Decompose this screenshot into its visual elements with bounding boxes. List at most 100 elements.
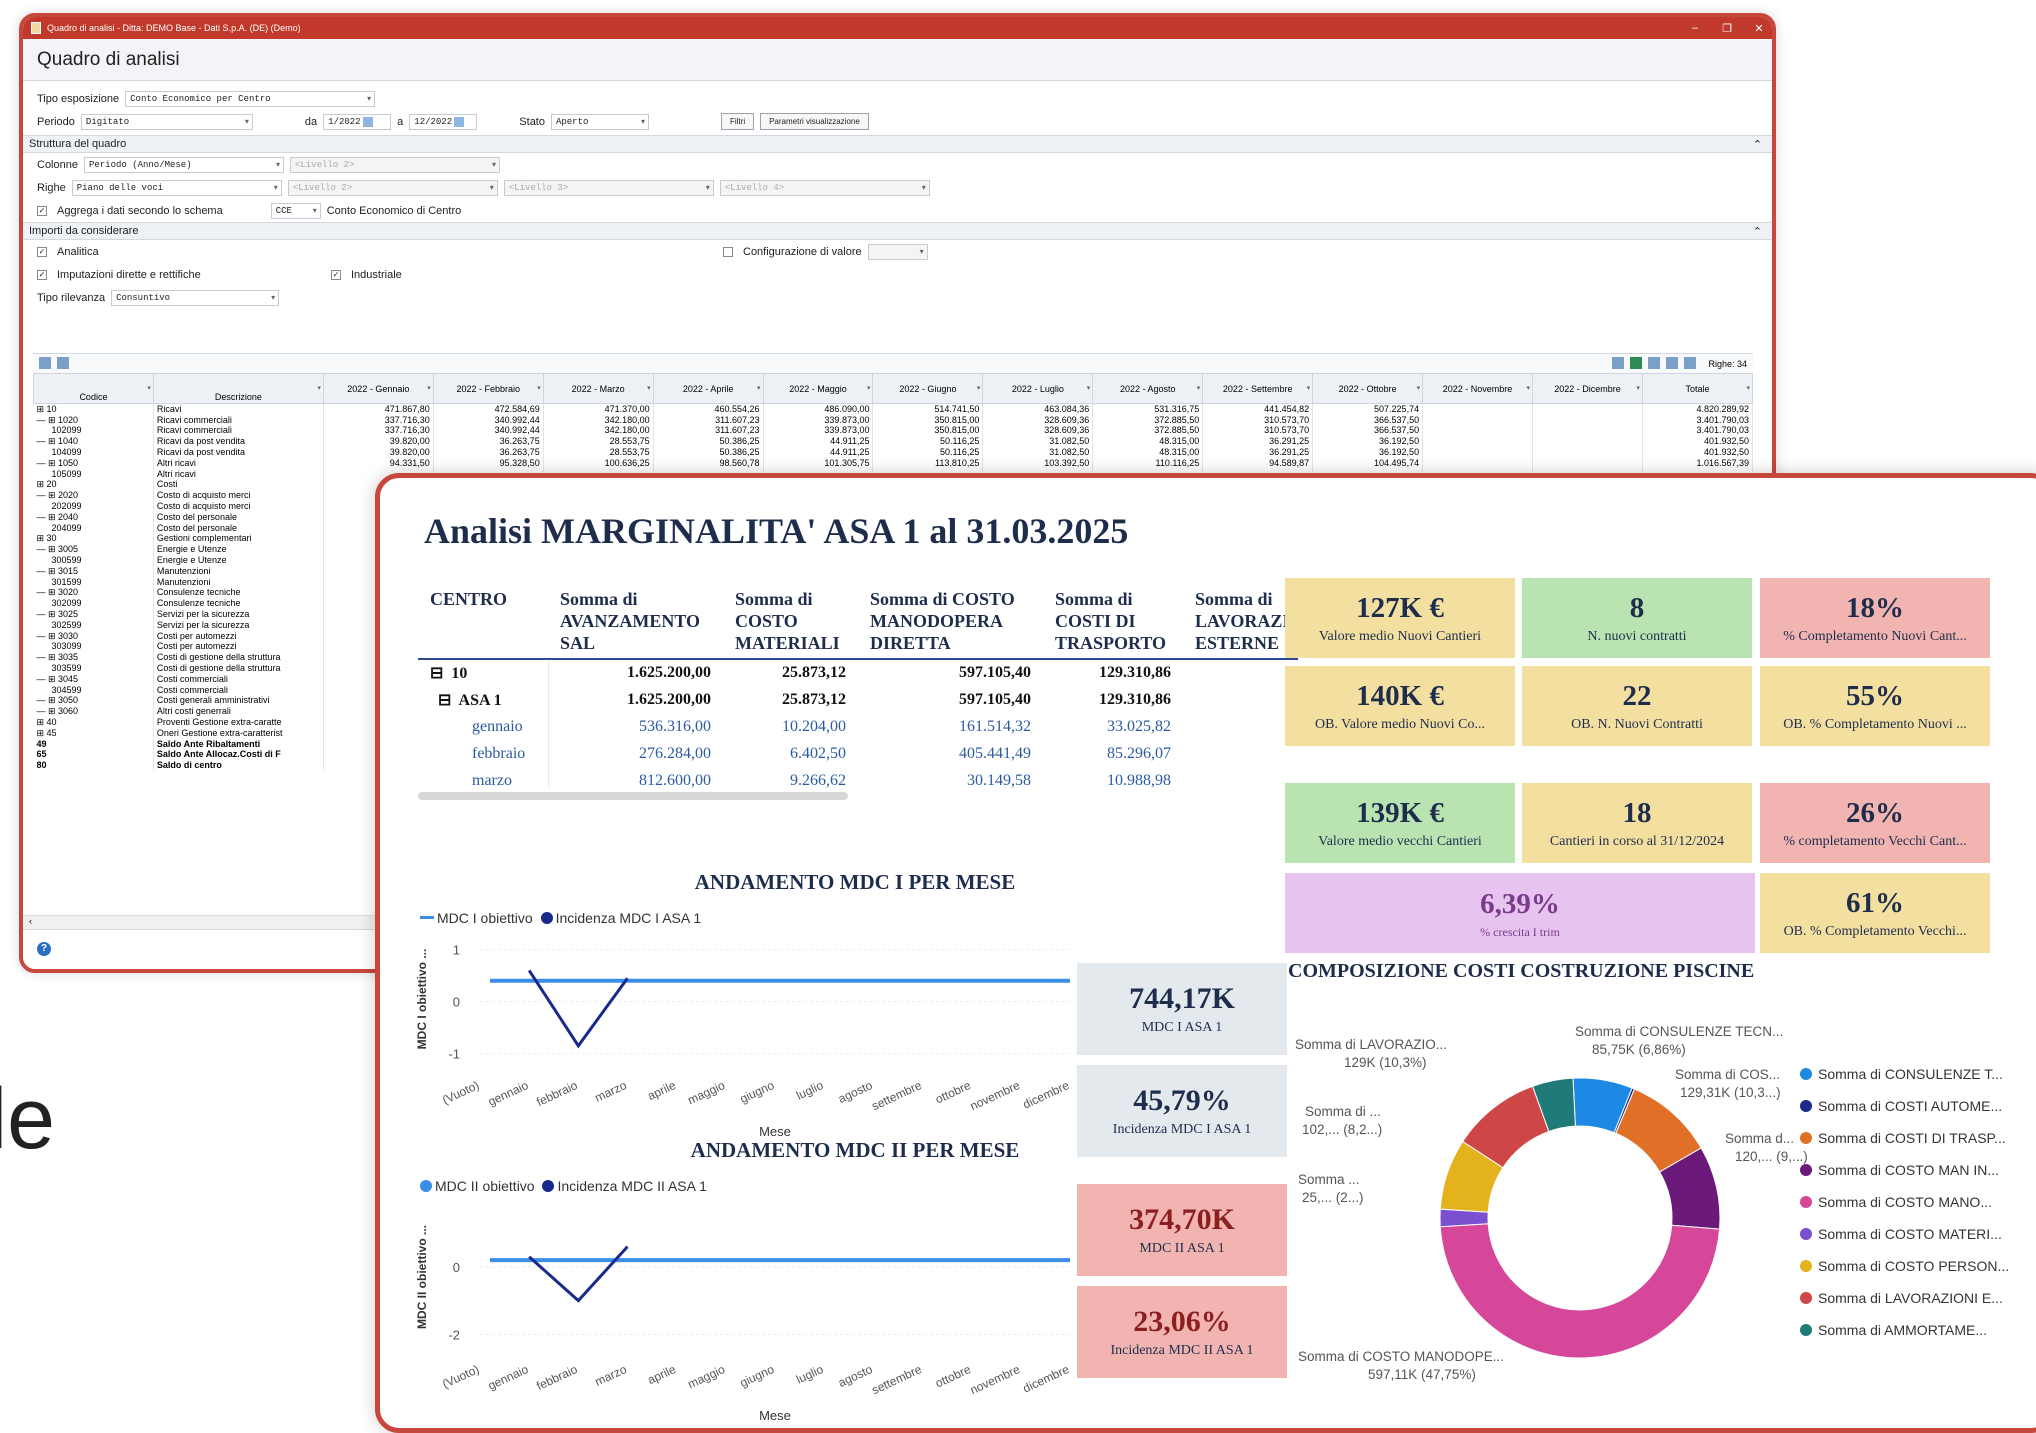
grid-column-header[interactable]: 2022 - Novembre ▾ (1422, 373, 1533, 404)
grid-column-header[interactable]: 2022 - Giugno ▾ (872, 373, 984, 404)
table-row[interactable]: — ⊞ 1020 Ricavi commerciali 337.716,30 340.… (33, 414, 1753, 426)
filter-dropdown-icon[interactable]: ▾ (1417, 384, 1421, 392)
kpi-card[interactable]: 139K € Valore medio vecchi Cantieri (1285, 783, 1515, 863)
table-row[interactable]: 102099 Ricavi commerciali 337.716,30 340.99… (33, 425, 1753, 436)
filter-dropdown-icon[interactable]: ▾ (867, 384, 871, 392)
filter-dropdown-icon[interactable]: ▾ (1746, 384, 1750, 392)
table-header[interactable]: Somma di COSTO MANODOPERA DIRETTA (858, 586, 1043, 660)
table-header[interactable]: Somma di AVANZAMENTO SAL (548, 586, 723, 660)
tipo-rilevanza-select[interactable]: Consuntivo ▾ (111, 289, 280, 306)
grid-column-header[interactable]: Totale ▾ (1641, 373, 1753, 404)
restore-icon[interactable]: ❐ (1714, 22, 1740, 35)
legend-item[interactable]: Somma di COSTO MAN IN... (1800, 1154, 2009, 1186)
grid-column-header[interactable]: 2022 - Marzo ▾ (542, 373, 654, 404)
configurazione-checkbox[interactable] (723, 246, 733, 257)
table-row[interactable]: febbraio 276.284,00 6.402,50 405.441,49 85.2… (418, 740, 1298, 767)
table-row[interactable]: — ⊞ 1040 Ricavi da post vendita 39.820,00 3… (33, 435, 1753, 447)
donut-slice[interactable] (1439, 1223, 1721, 1359)
legend-item[interactable]: Somma di COSTO PERSON... (1800, 1250, 2009, 1282)
filter-dropdown-icon[interactable]: ▾ (427, 384, 431, 392)
tipo-esposizione-select[interactable]: Conto Economico per Centro ▾ (125, 90, 376, 107)
grid-column-header[interactable]: 2022 - Maggio ▾ (762, 373, 874, 404)
kpi-card[interactable]: 8 N. nuovi contratti (1522, 578, 1752, 658)
expand-all-icon[interactable] (39, 356, 51, 369)
minimize-icon[interactable]: – (1682, 22, 1708, 34)
industriale-checkbox[interactable]: ✓ (331, 269, 341, 280)
imputazioni-checkbox[interactable]: ✓ (37, 269, 47, 280)
calendar-icon[interactable] (454, 116, 465, 127)
filter-dropdown-icon[interactable]: ▾ (1197, 384, 1201, 392)
righe-livello3-select[interactable]: <Livello 3> ▾ (503, 179, 714, 196)
filter-dropdown-icon[interactable]: ▾ (1526, 384, 1530, 392)
filter-dropdown-icon[interactable]: ▾ (537, 384, 541, 392)
legend-item[interactable]: Somma di COSTI DI TRASP... (1800, 1122, 2009, 1154)
table-row[interactable]: gennaio 536.316,00 10.204,00 161.514,32 33.0… (418, 713, 1298, 740)
filter-icon[interactable] (1684, 356, 1697, 369)
filter-dropdown-icon[interactable]: ▾ (1087, 384, 1091, 392)
table-row[interactable]: 104099 Ricavi da post vendita 39.820,00 36.… (33, 446, 1753, 458)
help-icon[interactable]: ? (37, 942, 51, 956)
a-input[interactable]: 12/2022 (409, 113, 478, 130)
filter-dropdown-icon[interactable]: ▾ (647, 384, 651, 392)
kpi-card[interactable]: 55% OB. % Completamento Nuovi ... (1760, 666, 1990, 746)
excel-icon[interactable] (1630, 356, 1643, 369)
legend-item[interactable]: Somma di COSTI AUTOME... (1800, 1090, 2009, 1122)
table-header[interactable]: Somma di COSTO MATERIALI (723, 586, 858, 660)
grid-column-header[interactable]: 2022 - Dicembre ▾ (1532, 373, 1643, 404)
table-header[interactable]: Somma di COSTI DI TRASPORTO (1043, 586, 1183, 660)
grid-column-header[interactable]: 2022 - Agosto ▾ (1092, 373, 1204, 404)
grid-column-header[interactable]: Codice ▾ (33, 373, 154, 404)
filter-dropdown-icon[interactable]: ▾ (977, 384, 981, 392)
righe-livello2-select[interactable]: <Livello 2> ▾ (287, 179, 498, 196)
close-icon[interactable]: ✕ (1746, 22, 1772, 35)
grid-column-header[interactable]: Descrizione ▾ (152, 373, 324, 404)
colonne-livello2-select[interactable]: <Livello 2> ▾ (289, 156, 500, 173)
aggrega-checkbox[interactable]: ✓ (37, 205, 47, 216)
kpi-card[interactable]: 26% % completamento Vecchi Cant... (1760, 783, 1990, 863)
grid-column-header[interactable]: 2022 - Settembre ▾ (1202, 373, 1314, 404)
filter-dropdown-icon[interactable]: ▾ (317, 384, 321, 392)
parametri-button[interactable]: Parametri visualizzazione (760, 113, 869, 130)
legend-item[interactable]: Somma di LAVORAZIONI E... (1800, 1282, 2009, 1314)
stato-select[interactable]: Aperto ▾ (550, 113, 649, 130)
legend-item[interactable]: Somma di CONSULENZE T... (1800, 1058, 2009, 1090)
kpi-card[interactable]: 61% OB. % Completamento Vecchi... (1760, 873, 1990, 953)
colonne-select[interactable]: Periodo (Anno/Mese) ▾ (83, 156, 284, 173)
table-row[interactable]: — ⊞ 1050 Altri ricavi 94.331,50 95.328,50 10… (33, 457, 1753, 469)
grid-column-header[interactable]: 2022 - Gennaio ▾ (322, 373, 434, 404)
kpi-card[interactable]: 18% % Completamento Nuovi Cant... (1760, 578, 1990, 658)
filtri-button[interactable]: Filtri (720, 113, 755, 130)
configurazione-select[interactable]: ▾ (867, 243, 928, 260)
filter-dropdown-icon[interactable]: ▾ (1307, 384, 1311, 392)
filter-dropdown-icon[interactable]: ▾ (147, 384, 151, 392)
grid-column-header[interactable]: 2022 - Aprile ▾ (652, 373, 764, 404)
table-header[interactable]: Somma di LAVORAZIONI ESTERNE (1183, 586, 1298, 660)
collapse-all-icon[interactable] (57, 356, 69, 369)
importi-section[interactable]: Importi da considerare ⌃ (23, 222, 1772, 240)
print-icon[interactable] (1612, 356, 1625, 369)
export-icon[interactable] (1648, 356, 1661, 369)
collapse-icon[interactable]: ⌃ (1753, 225, 1762, 238)
grid-column-header[interactable]: 2022 - Luglio ▾ (982, 373, 1094, 404)
zoom-icon[interactable] (1666, 356, 1679, 369)
legend-item[interactable]: Somma di AMMORTAME... (1800, 1314, 2009, 1346)
filter-dropdown-icon[interactable]: ▾ (757, 384, 761, 392)
kpi-card[interactable]: 127K € Valore medio Nuovi Cantieri (1285, 578, 1515, 658)
table-row[interactable]: ⊞ 10 Ricavi 471.867,80 472.584,69 471.370,00… (33, 403, 1753, 415)
da-input[interactable]: 1/2022 (323, 113, 392, 130)
analitica-checkbox[interactable]: ✓ (37, 246, 47, 257)
table-row[interactable]: ⊟ 10 1.625.200,00 25.873,12 597.105,40 129.3… (418, 659, 1298, 686)
table-row[interactable]: marzo 812.600,00 9.266,62 30.149,58 10.988,9… (418, 767, 1298, 788)
kpi-card[interactable]: 18 Cantieri in corso al 31/12/2024 (1522, 783, 1752, 863)
series-line-incidenza[interactable] (528, 1245, 629, 1303)
righe-livello4-select[interactable]: <Livello 4> ▾ (719, 179, 930, 196)
righe-select[interactable]: Piano delle voci ▾ (71, 179, 282, 196)
filter-dropdown-icon[interactable]: ▾ (1636, 384, 1640, 392)
table-scrollbar[interactable] (418, 792, 848, 800)
legend-item[interactable]: Somma di COSTO MATERI... (1800, 1218, 2009, 1250)
grid-column-header[interactable]: 2022 - Febbraio ▾ (432, 373, 544, 404)
kpi-card[interactable]: 140K € OB. Valore medio Nuovi Co... (1285, 666, 1515, 746)
table-header[interactable]: CENTRO (418, 586, 548, 660)
calendar-icon[interactable] (362, 116, 373, 127)
periodo-select[interactable]: Digitato ▾ (80, 113, 253, 130)
